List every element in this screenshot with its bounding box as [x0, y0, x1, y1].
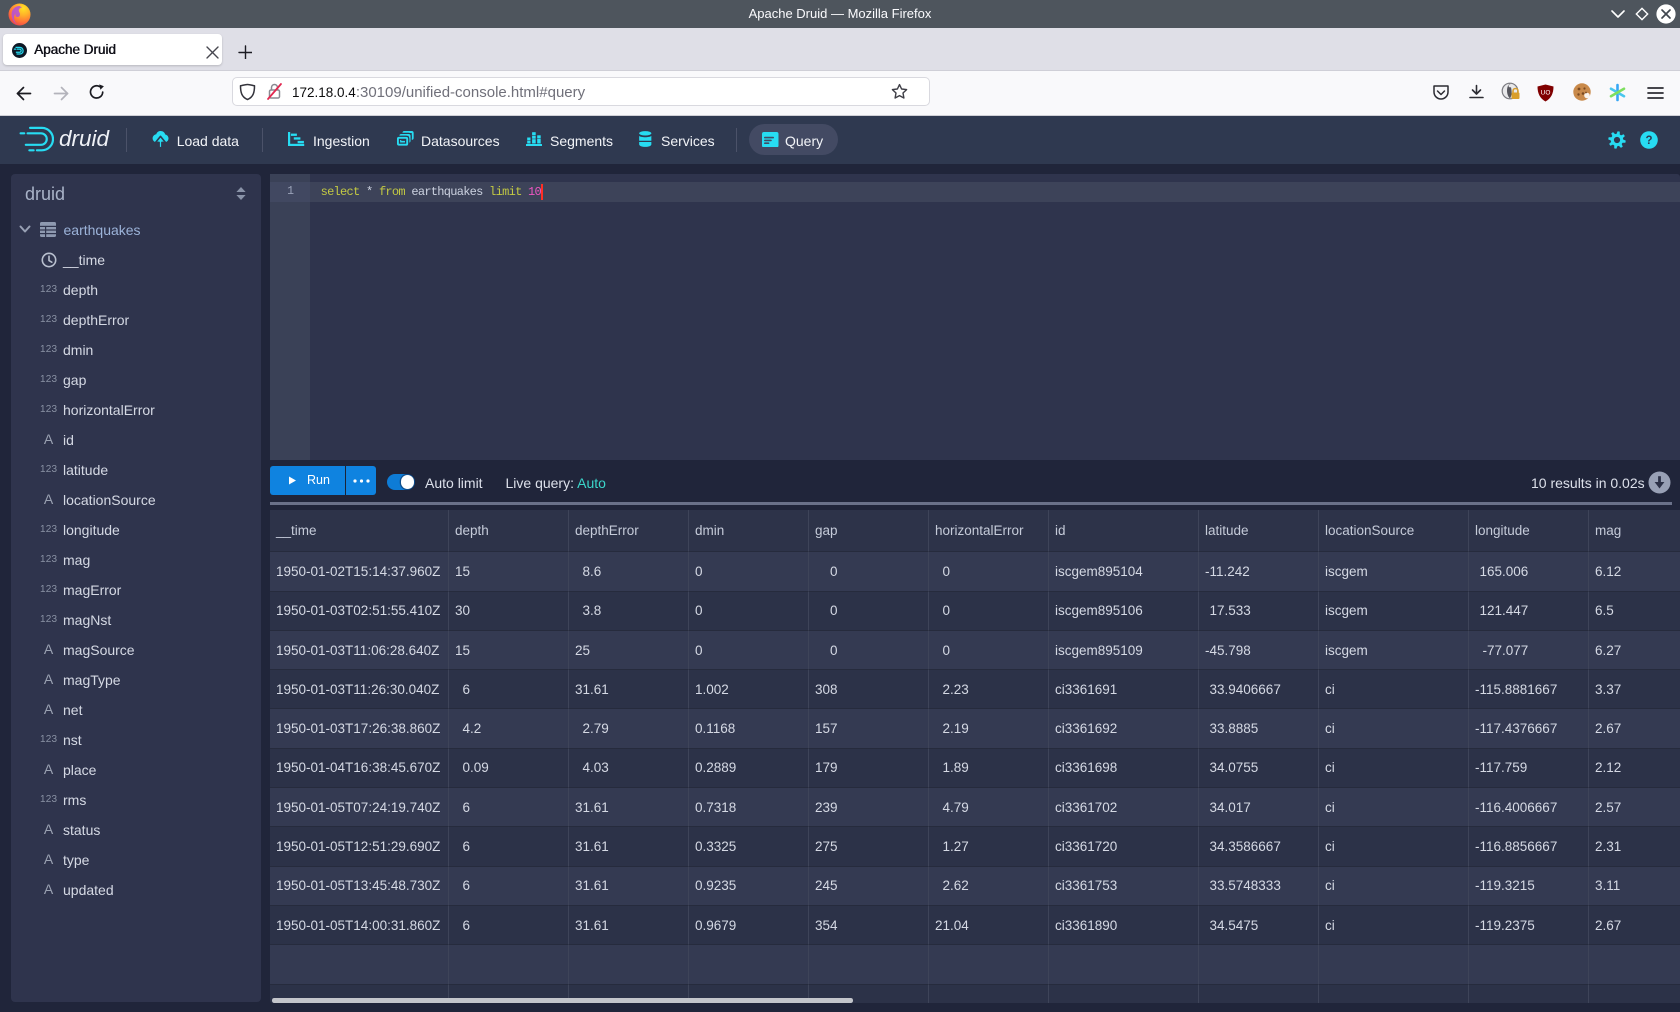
svg-text:?: ?: [1645, 135, 1652, 147]
svg-text:UO: UO: [1541, 90, 1551, 97]
